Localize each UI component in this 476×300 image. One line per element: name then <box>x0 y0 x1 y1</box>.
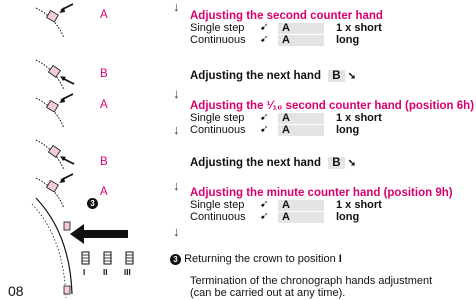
crown-diagram-a-2 <box>35 93 74 129</box>
single-step-row: Single step ➹ A 1 x short <box>190 21 382 34</box>
step-3-row: 3 Returning the crown to position I <box>170 253 342 265</box>
crown-diagram-b-1 <box>35 59 75 91</box>
position-label-1: I <box>83 268 86 277</box>
diagram-label-a-1: A <box>100 9 108 21</box>
crown-diagram-b-2 <box>35 139 75 171</box>
crown-position-diagram <box>31 197 134 299</box>
diagram-step-badge: 3 <box>87 198 98 209</box>
section-title: Adjusting the ¹⁄₁₀ second counter hand (… <box>190 100 475 112</box>
page-number: 08 <box>8 283 24 299</box>
key-a-box: A <box>278 199 324 211</box>
crown-icon-position-2 <box>103 251 112 265</box>
diagram-label-a-2: A <box>100 99 108 111</box>
step-3-badge: 3 <box>170 254 181 265</box>
continuous-row: Continuous ➹ A long <box>190 33 360 46</box>
crown-diagram-a-1 <box>35 3 74 39</box>
continuous-row: Continuous ➹ A long <box>190 210 360 223</box>
key-a-box: A <box>278 124 324 136</box>
down-arrow-icon: ↓ <box>173 224 180 239</box>
termination-note: Termination of the chronograph hands adj… <box>190 275 433 299</box>
pencil-arrow-icon: ➘ <box>347 158 357 169</box>
key-a-box: A <box>278 211 324 223</box>
down-arrow-icon: ↓ <box>173 122 180 137</box>
position-label-2: II <box>103 268 108 277</box>
section-minute-counter: Adjusting the minute counter hand (posit… <box>190 187 453 223</box>
pencil-arrow-icon: ➹ <box>260 199 269 210</box>
crown-icon-position-1 <box>81 251 90 265</box>
section-title: Adjusting the minute counter hand (posit… <box>190 187 453 199</box>
section-tenth-second-counter: Adjusting the ¹⁄₁₀ second counter hand (… <box>190 100 474 136</box>
pencil-arrow-icon: ➹ <box>260 22 269 33</box>
pencil-arrow-icon: ➹ <box>260 211 269 222</box>
next-hand-row-2: Adjusting the next hand B ➘ <box>190 157 357 169</box>
single-step-row: Single step ➹ A 1 x short <box>190 111 382 124</box>
crown-icon-position-3 <box>125 251 134 265</box>
section-second-counter: Adjusting the second counter hand Single… <box>190 10 383 46</box>
pencil-arrow-icon: ➘ <box>347 71 357 82</box>
position-label-3: III <box>124 268 131 277</box>
continuous-row: Continuous ➹ A long <box>190 123 360 136</box>
pencil-arrow-icon: ➹ <box>260 124 269 135</box>
diagram-label-b-1: B <box>100 68 108 80</box>
down-arrow-icon: ↓ <box>173 86 180 101</box>
down-arrow-icon: ↓ <box>173 178 180 193</box>
down-arrow-icon: ↓ <box>173 0 180 14</box>
pencil-arrow-icon: ➹ <box>260 112 269 123</box>
key-b-box: B <box>328 70 345 82</box>
key-a-box: A <box>278 22 324 34</box>
next-hand-row-1: Adjusting the next hand B ➘ <box>190 70 357 82</box>
pencil-arrow-icon: ➹ <box>260 34 269 45</box>
key-a-box: A <box>278 34 324 46</box>
section-title: Adjusting the second counter hand <box>190 10 383 22</box>
single-step-row: Single step ➹ A 1 x short <box>190 198 382 211</box>
key-b-box: B <box>328 157 345 169</box>
diagram-label-b-2: B <box>100 156 108 168</box>
key-a-box: A <box>278 112 324 124</box>
